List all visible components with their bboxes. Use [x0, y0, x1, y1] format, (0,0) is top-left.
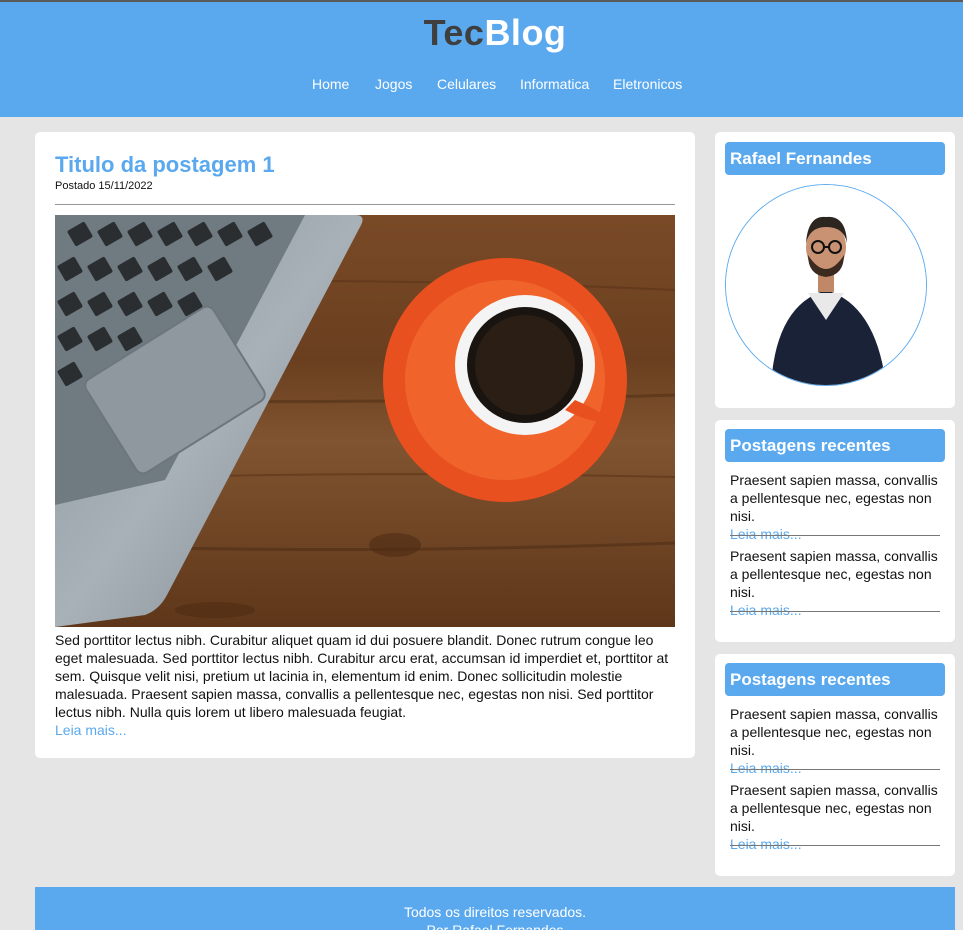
recent-post-divider [730, 845, 940, 846]
footer-author-text: Por Rafael Fernandes [426, 922, 564, 930]
recent-posts-card-1: Postagens recentes Praesent sapien massa… [715, 420, 955, 642]
recent-post-text: Praesent sapien massa, convallis a pelle… [730, 706, 938, 758]
recent-post-read-more-link[interactable]: Leia mais... [730, 602, 802, 618]
recent-post-item: Praesent sapien massa, convallis a pelle… [730, 705, 940, 778]
recent-post-read-more-link[interactable]: Leia mais... [730, 836, 802, 852]
site-footer: Todos os direitos reservados. Por Rafael… [35, 887, 955, 930]
site-logo[interactable]: TecBlog [0, 12, 963, 54]
nav-home[interactable]: Home [312, 76, 349, 92]
recent-post-text: Praesent sapien massa, convallis a pelle… [730, 472, 938, 524]
post-card: Titulo da postagem 1 Postado 15/11/2022 [35, 132, 695, 758]
post-read-more-link[interactable]: Leia mais... [55, 722, 127, 738]
post-divider [55, 204, 675, 205]
footer-rights-text: Todos os direitos reservados. [403, 904, 587, 920]
nav-jogos[interactable]: Jogos [375, 76, 412, 92]
site-header: TecBlog Home Jogos Celulares Informatica… [0, 2, 963, 117]
nav-informatica[interactable]: Informatica [520, 76, 589, 92]
post-title[interactable]: Titulo da postagem 1 [55, 152, 275, 178]
recent-posts-title: Postagens recentes [725, 663, 945, 696]
recent-post-item: Praesent sapien massa, convallis a pelle… [730, 471, 940, 544]
recent-post-item: Praesent sapien massa, convallis a pelle… [730, 547, 940, 620]
recent-post-read-more-link[interactable]: Leia mais... [730, 526, 802, 542]
recent-post-divider [730, 769, 940, 770]
profile-name: Rafael Fernandes [725, 142, 945, 175]
recent-post-text: Praesent sapien massa, convallis a pelle… [730, 548, 938, 600]
recent-post-read-more-link[interactable]: Leia mais... [730, 760, 802, 776]
recent-post-text: Praesent sapien massa, convallis a pelle… [730, 782, 938, 834]
logo-part-blog: Blog [484, 12, 567, 53]
recent-posts-card-2: Postagens recentes Praesent sapien massa… [715, 654, 955, 876]
post-image-laptop-coffee [55, 215, 675, 627]
recent-post-item: Praesent sapien massa, convallis a pelle… [730, 781, 940, 854]
profile-card: Rafael Fernandes [715, 132, 955, 408]
post-date: Postado 15/11/2022 [55, 180, 153, 192]
nav-eletronicos[interactable]: Eletronicos [613, 76, 682, 92]
recent-posts-title: Postagens recentes [725, 429, 945, 462]
logo-part-tec: Tec [423, 12, 485, 53]
recent-post-divider [730, 535, 940, 536]
post-excerpt: Sed porttitor lectus nibh. Curabitur ali… [55, 632, 669, 720]
profile-avatar [725, 184, 927, 386]
recent-post-divider [730, 611, 940, 612]
nav-celulares[interactable]: Celulares [437, 76, 496, 92]
